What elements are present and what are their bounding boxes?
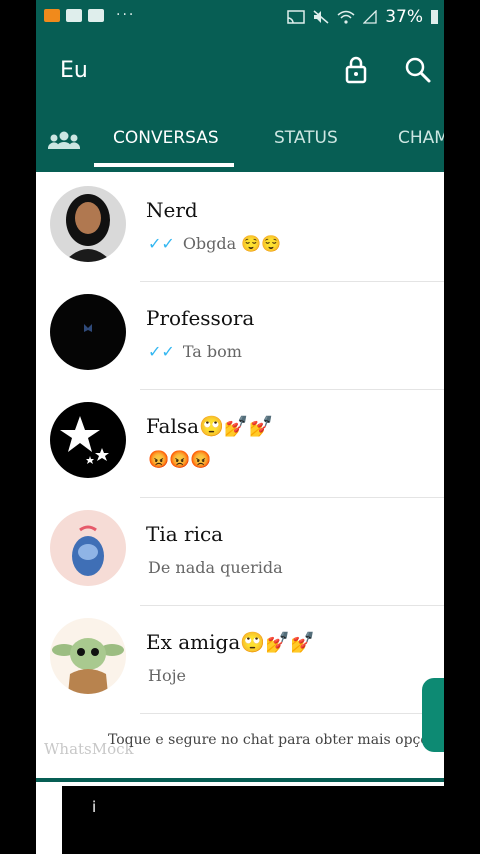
toolbar: Eu — [36, 34, 444, 106]
lock-icon[interactable] — [340, 54, 372, 86]
chat-name: Tia rica — [146, 522, 224, 546]
chat-item-falsa[interactable]: Falsa🙄💅💅 😡😡😡 — [36, 390, 444, 498]
mute-icon — [313, 10, 329, 24]
tab-status[interactable]: STATUS — [274, 128, 338, 148]
last-message: De nada querida — [148, 558, 283, 577]
chat-name: Ex amiga🙄💅💅 — [146, 630, 315, 654]
chat-item-nerd[interactable]: Nerd ✓✓ Obgda 😌😌 — [36, 174, 444, 282]
chat-preview: 😡😡😡 — [148, 450, 212, 470]
more-notifications-icon: ··· — [116, 7, 136, 23]
bottom-overlay — [62, 786, 444, 854]
bottom-overlay-text: i — [92, 798, 97, 816]
avatar[interactable] — [50, 618, 126, 694]
last-message: Obgda 😌😌 — [182, 234, 282, 253]
app-title: Eu — [60, 58, 88, 83]
tab-chamadas[interactable]: CHAM — [398, 128, 444, 148]
youtube-icon — [88, 8, 104, 22]
avatar[interactable] — [50, 510, 126, 586]
signal-icon — [363, 10, 377, 24]
tab-conversas[interactable]: CONVERSAS — [113, 128, 219, 148]
chat-item-professora[interactable]: Professora ✓✓ Ta bom — [36, 282, 444, 390]
active-tab-indicator — [94, 163, 234, 167]
avatar[interactable] — [50, 294, 126, 370]
chat-preview: ✓✓ Ta bom — [148, 342, 242, 361]
chat-item-tia-rica[interactable]: Tia rica De nada querida — [36, 498, 444, 606]
community-icon[interactable] — [48, 130, 80, 150]
battery-icon — [431, 10, 438, 24]
chat-preview: Hoje — [148, 666, 186, 685]
bottom-divider — [36, 778, 444, 782]
battery-level: 37% — [385, 7, 423, 27]
last-message: Ta bom — [182, 342, 242, 361]
hint-text: Toque e segure no chat para obter mais o… — [108, 732, 429, 748]
gallery-icon — [66, 8, 82, 22]
avatar[interactable] — [50, 402, 126, 478]
last-message: 😡😡😡 — [148, 450, 212, 470]
chat-name: Falsa🙄💅💅 — [146, 414, 274, 438]
video-app-icon — [44, 8, 60, 22]
cast-icon — [287, 10, 305, 24]
search-icon[interactable] — [402, 54, 434, 86]
wifi-icon — [337, 10, 355, 24]
double-check-icon: ✓✓ — [148, 342, 175, 361]
status-bar: ··· 37% — [36, 0, 444, 34]
divider — [140, 713, 444, 714]
chat-preview: De nada querida — [148, 558, 283, 577]
avatar[interactable] — [50, 186, 126, 262]
chat-name: Nerd — [146, 198, 198, 222]
chat-item-ex-amiga[interactable]: Ex amiga🙄💅💅 Hoje — [36, 606, 444, 714]
last-message: Hoje — [148, 666, 187, 685]
chat-preview: ✓✓ Obgda 😌😌 — [148, 234, 281, 253]
new-chat-fab[interactable] — [422, 678, 444, 752]
double-check-icon: ✓✓ — [148, 234, 175, 253]
chat-name: Professora — [146, 306, 255, 330]
app-screen: ··· 37% Eu CONVERSAS STATUS CHAM Nerd ✓✓… — [36, 0, 444, 854]
